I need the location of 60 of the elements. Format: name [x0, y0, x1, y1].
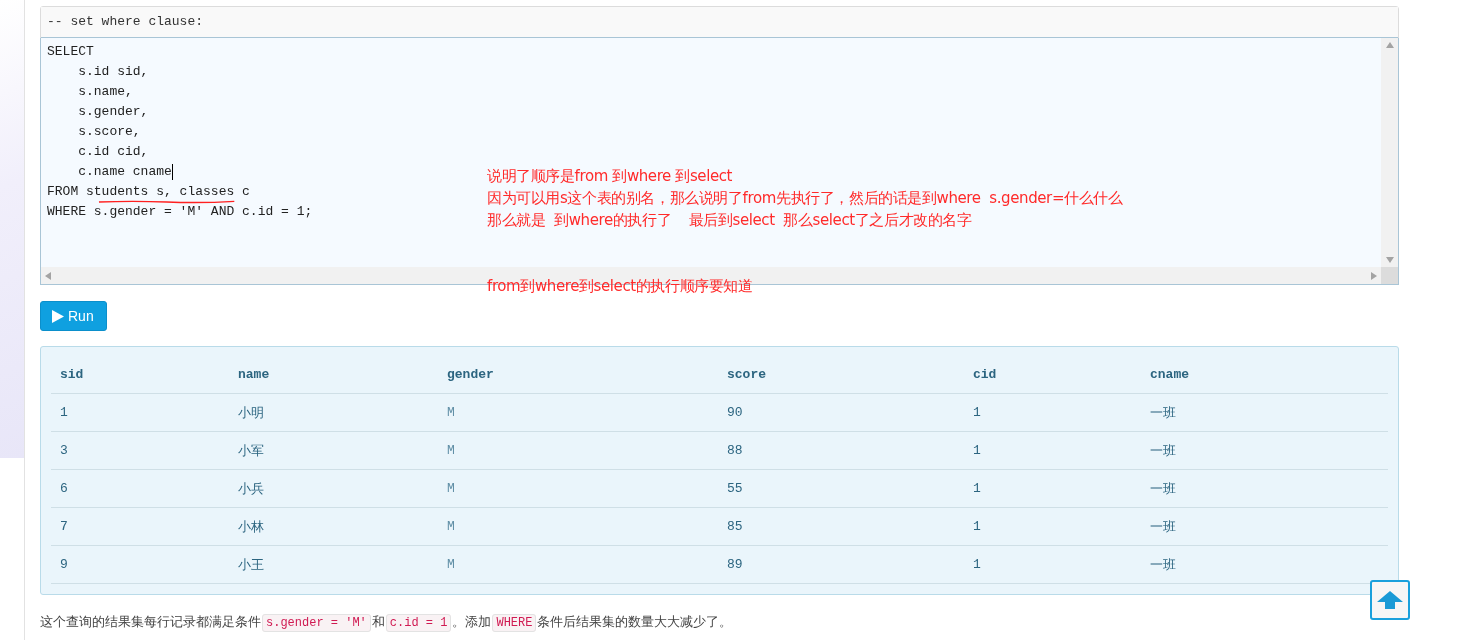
table-cell-text: 1 [972, 405, 982, 420]
table-cell-text: M [446, 481, 456, 496]
annotation-text: 说明了顺序是from 到where 到select [487, 166, 734, 187]
code-line: c.id cid, [77, 144, 149, 160]
code-line: SELECT [47, 44, 94, 60]
table-cell-text: 90 [726, 405, 744, 420]
column-header: cname [1149, 367, 1190, 382]
result-description: 这个查询的结果集每行记录都满足条件 s.gender = 'M' 和 c.id = 1 。添加 WHERE 条件后结果集的数量大大减少了。 [40, 613, 734, 632]
column-header: name [237, 367, 271, 382]
play-icon [52, 309, 64, 323]
table-cell-text: 85 [726, 519, 744, 534]
table-cell-text: 小明 [237, 404, 265, 422]
table-cell-text: M [446, 519, 456, 534]
column-header: score [726, 367, 767, 382]
table-cell-text: 小兵 [237, 480, 265, 498]
code-line: s.score, [77, 124, 141, 140]
table-cell-text: 1 [972, 443, 982, 458]
table-cell-text: 一班 [1149, 480, 1177, 498]
table-cell-text: 1 [972, 519, 982, 534]
up-arrow-icon [1377, 591, 1403, 609]
code-line: FROM students s, classes c [47, 184, 250, 200]
table-cell-text: 3 [59, 443, 69, 458]
table-cell-text: 6 [59, 481, 69, 496]
table-cell-text: 小林 [237, 518, 265, 536]
table-cell-text: 55 [726, 481, 744, 496]
scroll-down-icon[interactable] [1385, 257, 1394, 263]
table-cell-text: M [446, 405, 456, 420]
scroll-up-icon[interactable] [1385, 42, 1394, 48]
code-line: c.name cname [77, 164, 172, 180]
table-cell-text: 88 [726, 443, 744, 458]
table-cell-text: 一班 [1149, 556, 1177, 574]
vertical-scrollbar[interactable] [1381, 38, 1398, 267]
table-cell-text: 1 [59, 405, 69, 420]
column-header: gender [446, 367, 495, 382]
back-to-top-button[interactable] [1370, 580, 1410, 620]
table-cell-text: 89 [726, 557, 744, 572]
code-line: s.id sid, [77, 64, 149, 80]
table-cell-text: 小王 [237, 556, 265, 574]
table-cell-text: 1 [972, 557, 982, 572]
table-cell-text: 7 [59, 519, 69, 534]
table-cell-text: 一班 [1149, 518, 1177, 536]
table-cell-text: 9 [59, 557, 69, 572]
code-line: s.name, [77, 84, 133, 100]
code-line: s.gender, [77, 104, 149, 120]
editor-header: -- set where clause: [41, 7, 1398, 38]
column-header: sid [59, 367, 85, 382]
table-cell-text: 一班 [1149, 442, 1177, 460]
annotation-text: 因为可以用s这个表的别名，那么说明了from先执行了，然后的话是到where s.gender=什么什么 [487, 188, 1123, 209]
table-cell-text: 1 [972, 481, 982, 496]
table-cell-text: M [446, 443, 456, 458]
scroll-left-icon[interactable] [45, 271, 51, 280]
table-cell-text: M [446, 557, 456, 572]
table-cell-text: 小军 [237, 442, 265, 460]
scrollbar-corner [1381, 267, 1398, 284]
text-cursor [171, 164, 173, 180]
table-cell-text: 一班 [1149, 404, 1177, 422]
scroll-right-icon[interactable] [1371, 271, 1377, 280]
column-header: cid [972, 367, 998, 382]
annotation-text: 那么就是 到where的执行了 最后到select 那么select了之后才改的名字 [487, 210, 973, 231]
code-line: WHERE s.gender = 'M' AND c.id = 1; [47, 204, 313, 220]
